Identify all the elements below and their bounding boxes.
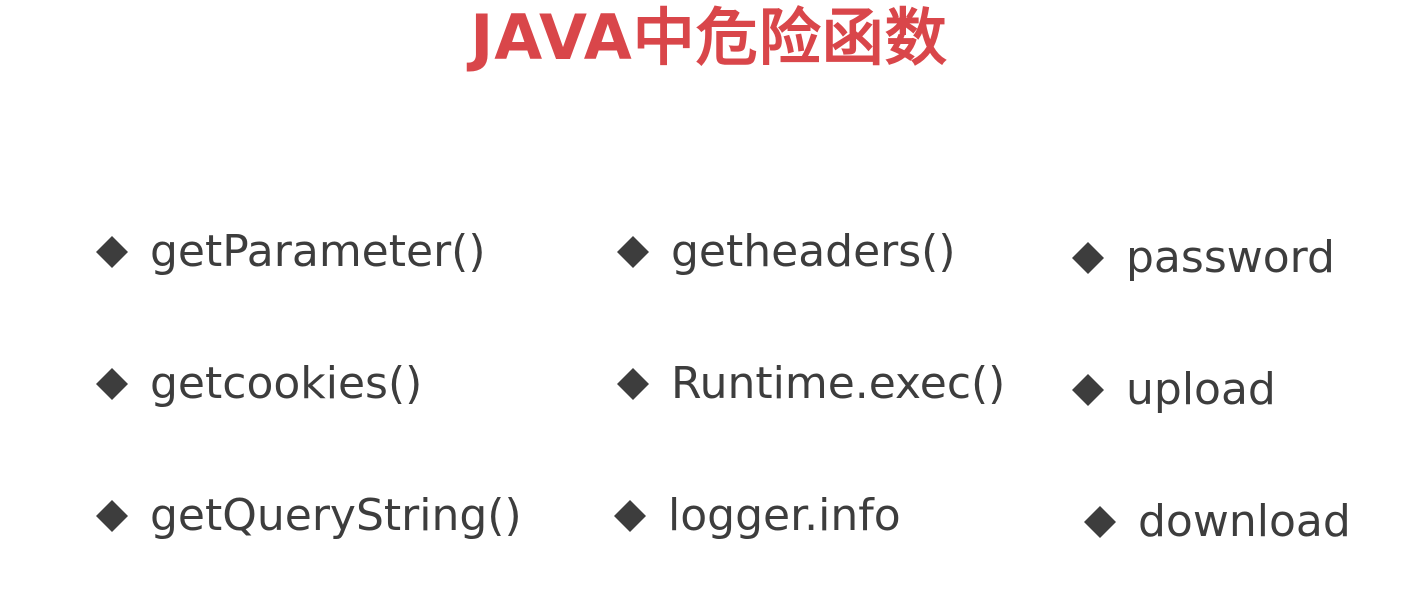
list-item-label: getcookies() — [150, 358, 423, 409]
list-item-getcookies: getcookies() — [94, 354, 422, 414]
list-item-label: password — [1126, 232, 1335, 283]
list-item-getparameter: getParameter() — [94, 222, 486, 282]
diamond-bullet-icon — [1082, 504, 1118, 540]
list-item-download: download — [1082, 492, 1351, 552]
diamond-bullet-icon — [94, 498, 130, 534]
list-item-label: Runtime.exec() — [671, 358, 1006, 409]
list-item-logger-info: logger.info — [612, 486, 901, 546]
diamond-bullet-icon — [615, 366, 651, 402]
list-item-runtime-exec: Runtime.exec() — [615, 354, 1005, 414]
slide-title: JAVA中危险函数 — [470, 1, 948, 74]
diamond-bullet-icon — [94, 234, 130, 270]
list-item-label: getQueryString() — [150, 490, 522, 541]
diamond-bullet-icon — [1070, 372, 1106, 408]
diamond-bullet-icon — [612, 498, 648, 534]
diamond-bullet-icon — [94, 366, 130, 402]
diamond-bullet-icon — [615, 234, 651, 270]
list-item-upload: upload — [1070, 360, 1276, 420]
list-item-label: getheaders() — [671, 226, 956, 277]
slide: JAVA中危险函数 getParameter() getcookies() ge… — [0, 0, 1418, 612]
diamond-bullet-icon — [1070, 240, 1106, 276]
list-item-label: getParameter() — [150, 226, 486, 277]
list-item-getquerystring: getQueryString() — [94, 486, 522, 546]
list-item-label: upload — [1126, 364, 1276, 415]
list-item-getheaders: getheaders() — [615, 222, 956, 282]
list-item-password: password — [1070, 228, 1335, 288]
list-item-label: download — [1138, 496, 1351, 547]
list-item-label: logger.info — [668, 490, 901, 541]
